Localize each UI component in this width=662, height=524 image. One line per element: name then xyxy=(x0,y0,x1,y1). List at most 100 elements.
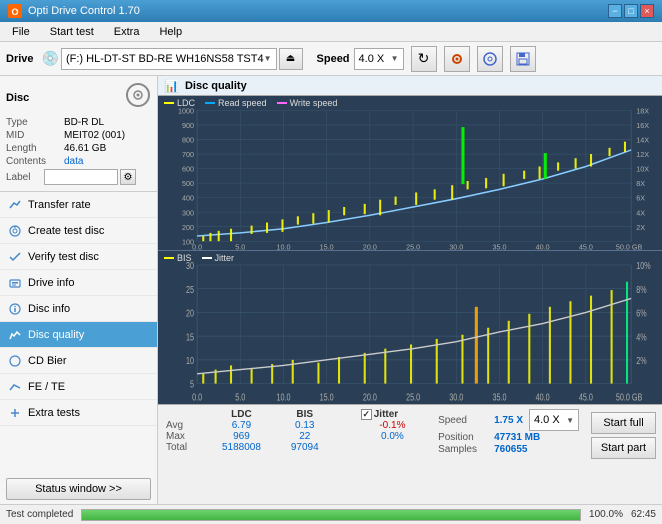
svg-text:20: 20 xyxy=(186,307,194,318)
nav-create-test-disc[interactable]: Create test disc xyxy=(0,218,157,244)
content-header: 📊 Disc quality xyxy=(158,76,662,96)
nav-verify-test-disc[interactable]: Verify test disc xyxy=(0,244,157,270)
disc-button[interactable] xyxy=(477,46,503,72)
svg-text:10: 10 xyxy=(186,354,194,365)
fe-te-icon xyxy=(8,380,22,394)
menu-extra[interactable]: Extra xyxy=(106,24,148,40)
col-bis-header: BIS xyxy=(273,409,336,420)
label-btn[interactable]: ⚙ xyxy=(120,169,136,185)
disc-length-row: Length 46.61 GB xyxy=(6,143,151,154)
drive-label: Drive xyxy=(6,53,34,65)
svg-text:30.0: 30.0 xyxy=(449,391,463,402)
svg-text:25.0: 25.0 xyxy=(406,242,420,249)
speed-test-dropdown[interactable]: 4.0 X ▼ xyxy=(529,409,579,431)
legend-jitter-label: Jitter xyxy=(215,253,235,263)
start-part-button[interactable]: Start part xyxy=(591,437,656,459)
maximize-button[interactable]: □ xyxy=(624,4,638,18)
bis-color xyxy=(164,257,174,259)
disc-icon xyxy=(125,82,151,113)
svg-text:5.0: 5.0 xyxy=(235,391,245,402)
speed-info-label: Speed xyxy=(438,415,488,426)
mid-value: MEIT02 (001) xyxy=(64,130,125,141)
save-button[interactable] xyxy=(510,46,536,72)
avg-row-label: Avg xyxy=(166,420,210,431)
refresh-button[interactable]: ↻ xyxy=(411,46,437,72)
bottom-chart-legend: BIS Jitter xyxy=(164,253,234,263)
legend-ldc: LDC xyxy=(164,98,195,108)
mid-label: MID xyxy=(6,130,64,141)
toolbar: Drive 💿 (F:) HL-DT-ST BD-RE WH16NS58 TST… xyxy=(0,42,662,76)
max-bis-val: 22 xyxy=(273,431,336,442)
svg-text:40.0: 40.0 xyxy=(536,242,550,249)
svg-text:35.0: 35.0 xyxy=(492,391,506,402)
sidebar: Disc Type BD-R DL MID MEIT02 (001) Lengt… xyxy=(0,76,158,504)
speed-info-val: 1.75 X xyxy=(494,415,523,426)
total-bis-val: 97094 xyxy=(273,442,336,453)
svg-text:25: 25 xyxy=(186,283,194,294)
disc-header: Disc xyxy=(6,82,151,113)
svg-text:200: 200 xyxy=(182,223,194,232)
svg-text:O: O xyxy=(11,7,18,17)
progress-pct: 100.0% xyxy=(589,509,623,520)
label-key: Label xyxy=(6,172,44,183)
label-input[interactable] xyxy=(44,169,118,185)
stats-row: LDC BIS ✓ Jitter xyxy=(158,405,662,465)
disc-mid-row: MID MEIT02 (001) xyxy=(6,130,151,141)
nav-fe-te[interactable]: FE / TE xyxy=(0,374,157,400)
menu-file[interactable]: File xyxy=(4,24,38,40)
verify-test-disc-icon xyxy=(8,250,22,264)
charts-area: LDC Read speed Write speed xyxy=(158,96,662,404)
legend-read-speed: Read speed xyxy=(205,98,267,108)
speed-chevron: ▼ xyxy=(391,54,399,63)
svg-text:2X: 2X xyxy=(636,223,645,232)
app-icon: O xyxy=(8,4,22,18)
svg-text:0.0: 0.0 xyxy=(192,391,202,402)
menu-help[interactable]: Help xyxy=(151,24,190,40)
speed-select-box[interactable]: 4.0 X ▼ xyxy=(354,48,404,70)
speed-value: 4.0 X xyxy=(359,53,385,65)
svg-text:10.0: 10.0 xyxy=(276,242,290,249)
top-chart-legend: LDC Read speed Write speed xyxy=(164,98,337,108)
nav-disc-info[interactable]: Disc info xyxy=(0,296,157,322)
svg-text:16X: 16X xyxy=(636,121,649,130)
svg-text:500: 500 xyxy=(182,179,194,188)
settings-button[interactable] xyxy=(444,46,470,72)
nav-extra-tests[interactable]: Extra tests xyxy=(0,400,157,426)
nav-drive-info[interactable]: Drive info xyxy=(0,270,157,296)
start-full-button[interactable]: Start full xyxy=(591,412,656,434)
speed-label: Speed xyxy=(317,53,350,65)
speed-dropdown-val: 4.0 X xyxy=(534,414,560,426)
svg-text:45.0: 45.0 xyxy=(579,242,593,249)
disc-contents-row: Contents data xyxy=(6,156,151,167)
sidebar-nav: Transfer rate Create test disc Verify te… xyxy=(0,192,157,474)
minimize-button[interactable]: − xyxy=(608,4,622,18)
nav-cd-bier-label: CD Bier xyxy=(28,355,67,367)
drive-select-box[interactable]: (F:) HL-DT-ST BD-RE WH16NS58 TST4 ▼ xyxy=(61,48,277,70)
titlebar: O Opti Drive Control 1.70 − □ × xyxy=(0,0,662,22)
nav-transfer-rate[interactable]: Transfer rate xyxy=(0,192,157,218)
svg-text:30.0: 30.0 xyxy=(449,242,463,249)
app-title: Opti Drive Control 1.70 xyxy=(28,5,140,17)
menu-start-test[interactable]: Start test xyxy=(42,24,102,40)
svg-text:12X: 12X xyxy=(636,150,649,159)
jitter-checkbox[interactable]: ✓ xyxy=(361,409,372,420)
contents-value: data xyxy=(64,156,83,167)
svg-text:45.0: 45.0 xyxy=(579,391,593,402)
svg-text:35.0: 35.0 xyxy=(492,242,506,249)
legend-ldc-label: LDC xyxy=(177,98,195,108)
length-label: Length xyxy=(6,143,64,154)
svg-text:300: 300 xyxy=(182,208,194,217)
close-button[interactable]: × xyxy=(640,4,654,18)
position-info-label: Position xyxy=(438,432,488,443)
disc-quality-icon xyxy=(8,328,22,342)
content-title-icon: 📊 xyxy=(164,79,179,93)
nav-disc-quality[interactable]: Disc quality xyxy=(0,322,157,348)
disc-section: Disc Type BD-R DL MID MEIT02 (001) Lengt… xyxy=(0,76,157,192)
eject-button[interactable]: ⏏ xyxy=(279,48,303,70)
jitter-color xyxy=(202,257,212,259)
svg-text:20.0: 20.0 xyxy=(363,242,377,249)
legend-bis-label: BIS xyxy=(177,253,192,263)
drive-chevron: ▼ xyxy=(264,54,272,63)
nav-cd-bier[interactable]: CD Bier xyxy=(0,348,157,374)
status-window-button[interactable]: Status window >> xyxy=(6,478,151,500)
